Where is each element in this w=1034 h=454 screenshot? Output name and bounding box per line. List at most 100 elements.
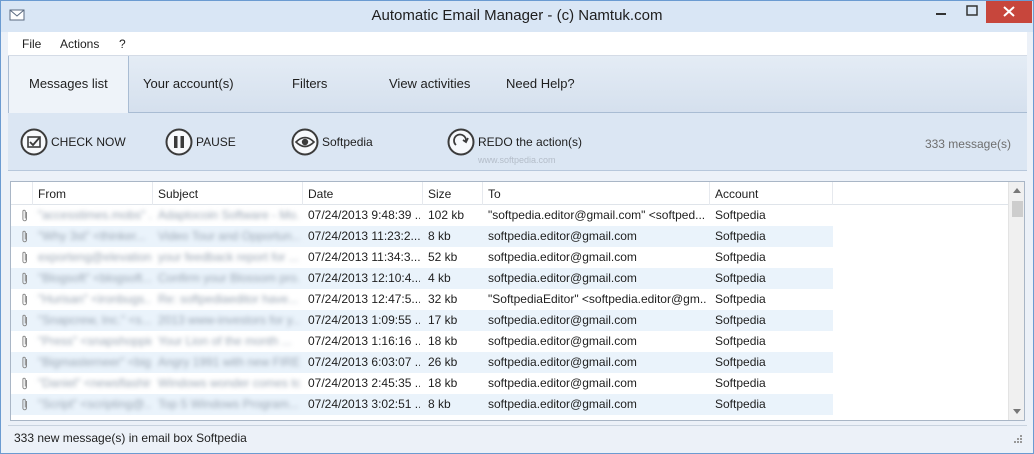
maximize-icon[interactable] [957, 1, 987, 23]
table-row[interactable]: "Bigmasterneer" <big... Angry 1991 with n… [11, 352, 833, 373]
tab-messages-list[interactable]: Messages list [8, 56, 129, 114]
subject-cell: Adaptocoin Software - Mo... [158, 208, 300, 222]
account-cell: Softpedia [715, 292, 766, 306]
from-cell: "Hurisan" <ironbugs... [38, 292, 151, 306]
tab-your-accounts[interactable]: Your account(s) [143, 56, 234, 113]
menu-bar: File Actions ? [8, 32, 1027, 56]
redo-icon [447, 128, 475, 156]
date-cell: 07/24/2013 1:09:55 ... [308, 313, 420, 327]
account-cell: Softpedia [715, 397, 766, 411]
view-account-button[interactable]: Softpedia [291, 127, 373, 157]
resize-grip-icon[interactable] [1011, 432, 1023, 444]
account-cell: Softpedia [715, 271, 766, 285]
date-cell: 07/24/2013 1:16:16 ... [308, 334, 420, 348]
column-attach [11, 182, 33, 205]
size-cell: 32 kb [428, 292, 458, 306]
list-header: From Subject Date Size To Account [11, 182, 1008, 205]
table-row[interactable]: "Press" <snapshopping... Your Lion of the… [11, 331, 833, 352]
subject-cell: Your Lion of the month ... [158, 334, 292, 348]
table-row[interactable]: exporteng@elevation... your feedback repo… [11, 247, 833, 268]
date-cell: 07/24/2013 3:02:51 ... [308, 397, 420, 411]
subject-cell: Windows wonder comes to ... [158, 376, 300, 390]
subject-cell: 2013 www-investors for y... [158, 313, 300, 327]
close-icon[interactable] [986, 1, 1032, 23]
from-cell: "Why 3st" <thinker... [38, 229, 146, 243]
subject-cell: Confirm your Blossom pro... [158, 271, 300, 285]
size-cell: 8 kb [428, 229, 451, 243]
toolbar: CHECK NOW PAUSE Softpedia REDO the actio… [8, 113, 1027, 171]
to-cell: softpedia.editor@gmail.com [488, 271, 637, 285]
pause-button[interactable]: PAUSE [165, 127, 236, 157]
subject-cell: Re: softpediaeditor have... [158, 292, 299, 306]
messages-list[interactable]: From Subject Date Size To Account "acces… [10, 181, 1025, 421]
title-bar: Automatic Email Manager - (c) Namtuk.com [1, 1, 1033, 32]
redo-label: REDO the action(s) [478, 135, 583, 149]
account-cell: Softpedia [715, 313, 766, 327]
size-cell: 18 kb [428, 376, 458, 390]
menu-actions[interactable]: Actions [60, 37, 99, 51]
account-cell: Softpedia [715, 250, 766, 264]
size-cell: 8 kb [428, 397, 451, 411]
status-text: 333 new message(s) in email box Softpedi… [14, 431, 247, 445]
vertical-scrollbar[interactable] [1008, 182, 1025, 420]
minimize-icon[interactable] [925, 1, 957, 23]
check-now-button[interactable]: CHECK NOW [20, 127, 126, 157]
column-date[interactable]: Date [303, 182, 423, 205]
to-cell: softpedia.editor@gmail.com [488, 313, 637, 327]
to-cell: softpedia.editor@gmail.com [488, 229, 637, 243]
from-cell: "accesstimes.mobs" ... [38, 208, 151, 222]
tab-view-activities[interactable]: View activities [389, 56, 470, 113]
paperclip-icon [22, 251, 27, 264]
menu-help[interactable]: ? [119, 37, 126, 51]
to-cell: "SoftpediaEditor" <softpedia.editor@gm..… [488, 292, 707, 306]
menu-file[interactable]: File [22, 37, 41, 51]
paperclip-icon [22, 335, 27, 348]
paperclip-icon [22, 293, 27, 306]
from-cell: "Blogsoft" <blogsoft... [38, 271, 151, 285]
table-row[interactable]: "Script" <scripting@... Top 5 Windows Pro… [11, 394, 833, 415]
tab-filters[interactable]: Filters [292, 56, 327, 113]
to-cell: softpedia.editor@gmail.com [488, 397, 637, 411]
redo-button[interactable]: REDO the action(s) [447, 127, 582, 157]
account-cell: Softpedia [715, 229, 766, 243]
size-cell: 26 kb [428, 355, 458, 369]
eye-icon [291, 128, 319, 156]
table-row[interactable]: "Daniel" <newsflashing... Windows wonder … [11, 373, 833, 394]
table-row[interactable]: "Blogsoft" <blogsoft... Confirm your Blos… [11, 268, 833, 289]
scroll-down-icon[interactable] [1009, 403, 1025, 420]
table-row[interactable]: "accesstimes.mobs" ... Adaptocoin Softwar… [11, 205, 833, 226]
table-row[interactable]: "Why 3st" <thinker... Video Tour and Oppo… [11, 226, 833, 247]
tab-bar: Messages list Your account(s) Filters Vi… [8, 56, 1027, 114]
to-cell: softpedia.editor@gmail.com [488, 355, 637, 369]
subject-cell: your feedback report for ... [158, 250, 299, 264]
subject-cell: Top 5 Windows Program... [158, 397, 299, 411]
account-cell: Softpedia [715, 208, 766, 222]
subject-cell: Angry 1991 with new FIRE... [158, 355, 300, 369]
check-now-label: CHECK NOW [51, 135, 126, 149]
account-cell: Softpedia [715, 334, 766, 348]
column-size[interactable]: Size [423, 182, 483, 205]
paperclip-icon [22, 398, 27, 411]
date-cell: 07/24/2013 11:34:3... [308, 250, 420, 264]
check-mail-icon [20, 128, 48, 156]
column-to[interactable]: To [483, 182, 710, 205]
paperclip-icon [22, 209, 27, 222]
message-count: 333 message(s) [924, 137, 1011, 151]
message-rows: "accesstimes.mobs" ... Adaptocoin Softwar… [11, 205, 1008, 415]
size-cell: 17 kb [428, 313, 458, 327]
date-cell: 07/24/2013 11:23:2... [308, 229, 420, 243]
table-row[interactable]: "Hurisan" <ironbugs... Re: softpediaedito… [11, 289, 833, 310]
tab-need-help[interactable]: Need Help? [506, 56, 575, 113]
paperclip-icon [22, 356, 27, 369]
status-bar: 333 new message(s) in email box Softpedi… [8, 425, 1027, 447]
account-label: Softpedia [322, 135, 373, 149]
table-row[interactable]: "Snapcrew, Inc." <s... 2013 www-investors… [11, 310, 833, 331]
size-cell: 18 kb [428, 334, 458, 348]
from-cell: "Script" <scripting@... [38, 397, 151, 411]
column-from[interactable]: From [33, 182, 153, 205]
to-cell: softpedia.editor@gmail.com [488, 250, 637, 264]
scroll-up-icon[interactable] [1009, 182, 1025, 199]
scroll-thumb[interactable] [1012, 201, 1023, 217]
column-account[interactable]: Account [710, 182, 833, 205]
column-subject[interactable]: Subject [153, 182, 303, 205]
